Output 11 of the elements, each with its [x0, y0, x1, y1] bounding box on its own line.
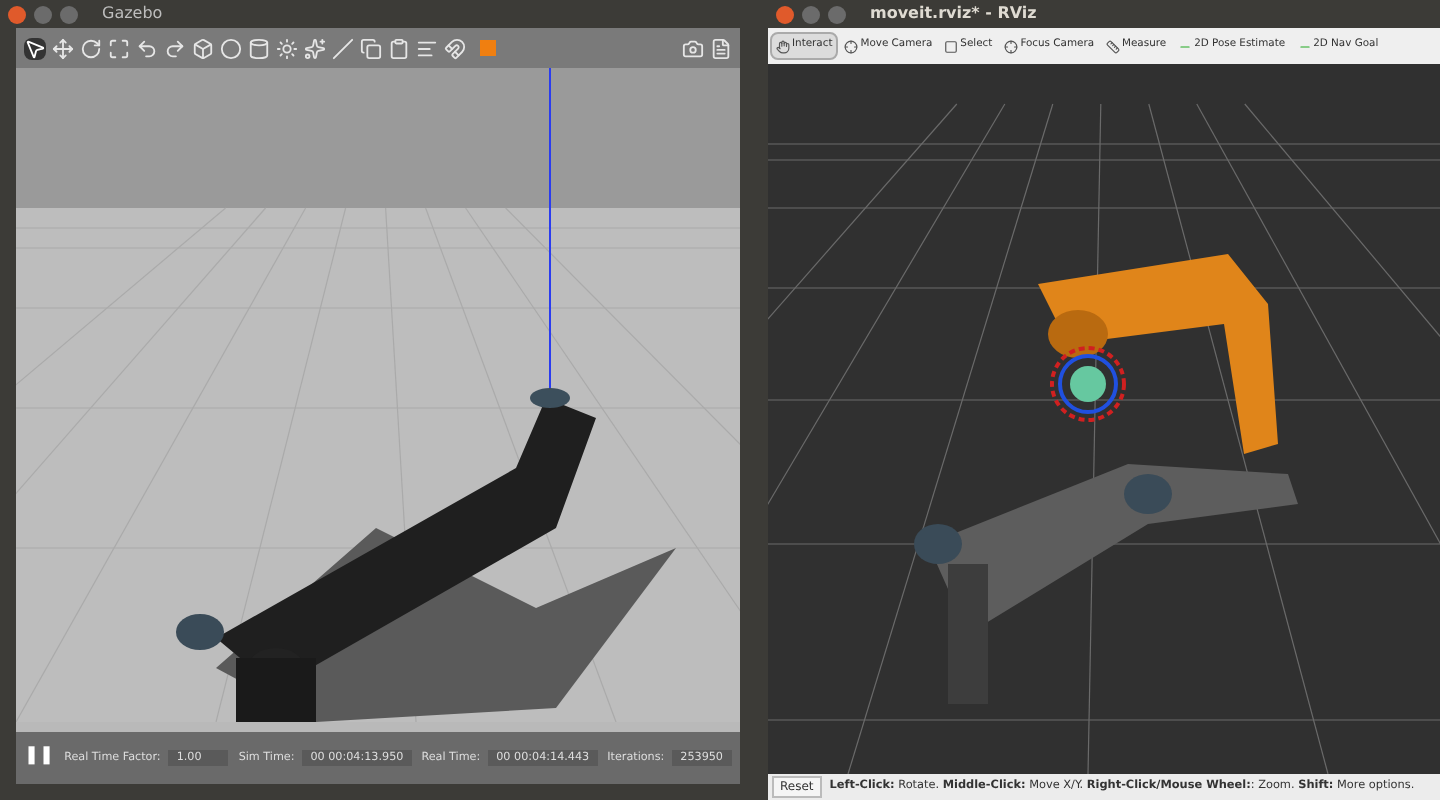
color-swatch-icon[interactable] [480, 40, 496, 56]
tool-icon [776, 39, 790, 53]
window-title: Gazebo [102, 2, 163, 26]
tool-icon [1106, 39, 1121, 53]
tool-icon [844, 39, 859, 53]
camera-icon[interactable] [682, 37, 704, 59]
log-icon[interactable] [710, 37, 732, 59]
pause-button[interactable]: ❚❚ [24, 744, 55, 772]
window-title: moveit.rviz* - RViz [870, 2, 1037, 26]
tool-icon [944, 39, 959, 53]
tool-icon [1004, 39, 1019, 53]
